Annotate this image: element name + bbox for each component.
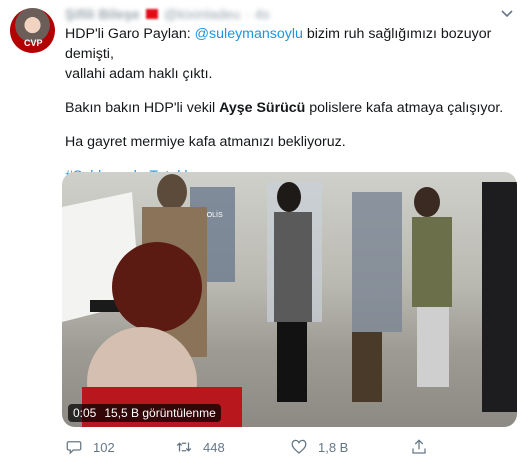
avatar[interactable]: CVP xyxy=(10,8,55,53)
flag-icon xyxy=(145,9,158,19)
video-info-badge: 0:05 15,5 B görüntülenme xyxy=(68,404,221,422)
video-views: 15,5 B görüntülenme xyxy=(104,406,216,420)
tweet-line-1: HDP'li Garo Paylan: @suleymansoylu bizim… xyxy=(65,26,492,62)
author-handle[interactable]: @kixinladeu xyxy=(164,6,240,22)
mention-link[interactable]: @suleymansoylu xyxy=(195,26,303,42)
action-bar: 102 448 1,8 B xyxy=(65,438,485,462)
like-icon xyxy=(291,439,307,454)
tweet-line-3: Bakın bakın HDP'li vekil Ayşe Sürücü pol… xyxy=(65,100,504,116)
tweet-line-4: Ha gayret mermiye kafa atmanızı bekliyor… xyxy=(65,134,346,150)
share-icon xyxy=(412,439,426,454)
bold-name: Ayşe Sürücü xyxy=(219,100,306,116)
author-row: Şifili Bileşe @kixinladeu · 4s xyxy=(65,6,270,22)
chevron-down-icon[interactable] xyxy=(500,6,514,20)
tweet-body: HDP'li Garo Paylan: @suleymansoylu bizim… xyxy=(65,24,517,186)
tweet-time[interactable]: · 4s xyxy=(246,6,269,22)
avatar-badge-text: CVP xyxy=(24,38,43,48)
video-player[interactable]: POLİS 0:05 15,5 B görüntülenme xyxy=(62,172,517,427)
share-button[interactable] xyxy=(410,438,428,456)
retweet-icon xyxy=(176,442,192,452)
tweet-line-2: vallahi adam haklı çıktı. xyxy=(65,66,213,82)
retweet-button[interactable]: 448 xyxy=(175,438,225,456)
reply-icon xyxy=(66,441,82,455)
retweet-count: 448 xyxy=(203,439,225,455)
like-count: 1,8 B xyxy=(318,439,349,455)
reply-count: 102 xyxy=(93,439,115,455)
video-frame: POLİS xyxy=(62,174,517,427)
like-button[interactable]: 1,8 B xyxy=(290,438,348,456)
author-name[interactable]: Şifili Bileşe xyxy=(65,6,140,22)
reply-button[interactable]: 102 xyxy=(65,438,115,456)
video-duration: 0:05 xyxy=(73,406,97,420)
